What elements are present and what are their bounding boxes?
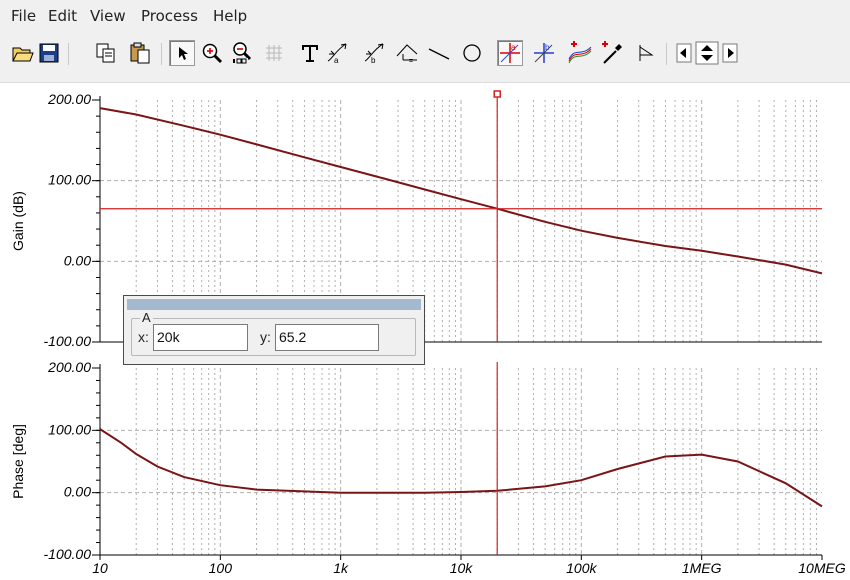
text-tool-icon[interactable] — [297, 40, 323, 66]
toolbar: a b = a b — [0, 33, 850, 83]
copy-icon[interactable] — [93, 40, 119, 66]
menu-view[interactable]: View — [90, 7, 126, 25]
cursor-b-icon[interactable]: b — [531, 40, 557, 66]
y-axis-label: Gain (dB) — [10, 191, 26, 251]
y-tick-label: 100.00 — [48, 421, 91, 437]
menu-help[interactable]: Help — [213, 7, 247, 25]
y-tick-label: -100.00 — [44, 546, 92, 562]
arrow-left-icon[interactable] — [675, 40, 693, 66]
circle-tool-icon[interactable] — [459, 40, 485, 66]
marker-flag-icon[interactable] — [633, 40, 659, 66]
y-tick-label: 100.00 — [48, 172, 91, 188]
x-tick-label: 10k — [450, 560, 474, 575]
y-tick-label: 200.00 — [47, 359, 91, 375]
y-tick-label: 0.00 — [64, 252, 91, 268]
toolbar-separator — [666, 43, 667, 65]
axis-label-icon[interactable]: = — [395, 40, 421, 66]
svg-text:b: b — [545, 43, 550, 52]
y-tick-label: 200.00 — [47, 91, 91, 107]
x-tick-label: 100 — [209, 560, 233, 575]
save-disk-icon[interactable] — [36, 40, 62, 66]
y-tick-label: -100.00 — [44, 333, 92, 349]
cursor-a-icon[interactable]: a — [497, 40, 523, 66]
x-tick-label: 10MEG — [798, 560, 846, 575]
line-tool-icon[interactable] — [426, 40, 452, 66]
cursor-handle — [493, 90, 501, 98]
x-tick-label: 100k — [566, 560, 597, 575]
probe-pen-icon[interactable] — [599, 40, 625, 66]
toolbar-separator — [68, 43, 69, 65]
x-field-label: x: — [138, 329, 149, 345]
x-tick-label: 1MEG — [682, 560, 722, 575]
curve-label-a-icon[interactable]: a — [324, 40, 350, 66]
cursor-a-group: A x: 20k y: 65.2 — [131, 310, 416, 356]
svg-text:a: a — [511, 43, 516, 52]
x-value-field[interactable]: 20k — [153, 324, 248, 351]
menu-bar: File Edit View Process Help — [0, 0, 850, 33]
group-label: A — [140, 310, 153, 325]
y-tick-label: 0.00 — [64, 484, 91, 500]
paste-icon[interactable] — [127, 40, 153, 66]
zoom-in-icon[interactable] — [199, 40, 225, 66]
y-axis-label: Phase [deg] — [10, 424, 26, 499]
arrow-updown-icon[interactable] — [694, 40, 720, 66]
y-value-field[interactable]: 65.2 — [275, 324, 379, 351]
curve-label-b-icon[interactable]: b — [361, 40, 387, 66]
select-arrow-icon[interactable] — [169, 40, 195, 66]
zoom-100-icon[interactable] — [230, 40, 256, 66]
toolbar-separator — [161, 43, 162, 65]
menu-process[interactable]: Process — [141, 7, 198, 25]
menu-edit[interactable]: Edit — [48, 7, 77, 25]
cursor-readout-panel[interactable]: A x: 20k y: 65.2 — [123, 295, 425, 365]
open-folder-icon[interactable] — [10, 40, 36, 66]
x-tick-label: 1k — [333, 560, 349, 575]
dialog-title-bar[interactable] — [127, 299, 421, 310]
y-field-label: y: — [260, 329, 271, 345]
svg-text:b: b — [371, 56, 376, 65]
grid-icon[interactable] — [261, 40, 287, 66]
menu-file[interactable]: File — [11, 7, 36, 25]
svg-text:a: a — [334, 56, 339, 65]
add-curve-icon[interactable] — [567, 40, 593, 66]
x-tick-label: 10 — [92, 560, 108, 575]
svg-text:=: = — [409, 58, 413, 64]
arrow-right-icon[interactable] — [721, 40, 739, 66]
